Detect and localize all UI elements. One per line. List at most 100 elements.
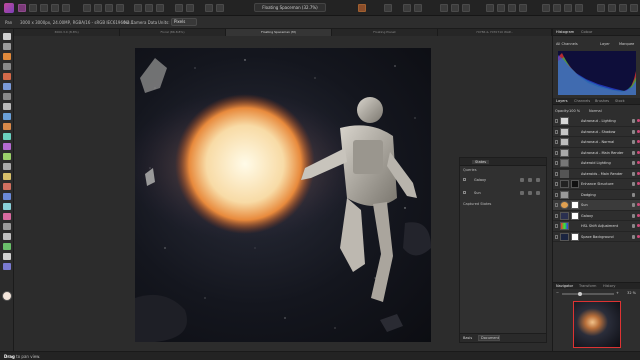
tab-colour[interactable]: Colour	[581, 30, 592, 34]
persona-liquify-icon[interactable]	[29, 4, 37, 12]
tab-histogram[interactable]: Histogram	[556, 30, 574, 34]
persona-tonemap-icon[interactable]	[51, 4, 59, 12]
merge-icon[interactable]	[597, 4, 605, 12]
zoom-in-icon[interactable]: +	[616, 291, 619, 295]
inpainting-brush-icon[interactable]	[3, 203, 11, 210]
color-replacement-icon[interactable]	[3, 133, 11, 140]
visibility-icon[interactable]	[632, 182, 635, 186]
layer-checkbox[interactable]	[555, 192, 558, 197]
fill-layer-icon[interactable]	[575, 4, 583, 12]
persona-export-icon[interactable]	[62, 4, 70, 12]
tab-stock[interactable]: Stock	[615, 99, 625, 103]
layer-row[interactable]: Dodging	[553, 190, 640, 200]
zoom-tool-icon[interactable]	[3, 263, 11, 270]
layer-row[interactable]: Space Background	[553, 232, 640, 242]
document-tab[interactable]: 3000.3.0 (8.8%)	[14, 29, 120, 36]
tab-history[interactable]: History	[603, 284, 615, 288]
state-checkbox[interactable]	[463, 191, 466, 194]
visibility-icon[interactable]	[632, 203, 635, 207]
group-icon[interactable]	[519, 4, 527, 12]
blemish-removal-icon[interactable]	[3, 193, 11, 200]
layer-checkbox[interactable]	[555, 203, 558, 207]
auto-white-balance-icon[interactable]	[116, 4, 124, 12]
layer-row[interactable]: HSL Shift Adjustment	[553, 221, 640, 232]
selection-brush-icon[interactable]	[3, 73, 11, 80]
auto-contrast-icon[interactable]	[94, 4, 102, 12]
capture-icon[interactable]	[520, 191, 524, 195]
document-tab-active[interactable]: Floating Spaceman (M)	[226, 29, 332, 36]
document-selector[interactable]: Floating Spaceman (32.7%)	[254, 3, 326, 12]
assistant-icon[interactable]	[358, 4, 366, 12]
app-logo-icon[interactable]	[4, 3, 14, 13]
auto-levels-icon[interactable]	[83, 4, 91, 12]
pen-tool-icon[interactable]	[3, 223, 11, 230]
healing-brush-icon[interactable]	[3, 183, 11, 190]
crop-tool-icon[interactable]	[3, 63, 11, 70]
queries-section[interactable]: Queries	[460, 166, 546, 174]
layer-checkbox[interactable]	[555, 234, 558, 239]
arrange-icon[interactable]	[384, 4, 392, 12]
text-tool-icon[interactable]	[3, 253, 11, 260]
tab-layers[interactable]: Layers	[556, 99, 568, 103]
tab-transform[interactable]: Transform	[579, 284, 596, 288]
visibility-icon[interactable]	[528, 178, 532, 182]
persona-develop-icon[interactable]	[40, 4, 48, 12]
layer-checkbox[interactable]	[555, 224, 558, 228]
dodge-brush-icon[interactable]	[3, 153, 11, 160]
burn-brush-icon[interactable]	[3, 163, 11, 170]
layer-row[interactable]: Astronaut - Normal	[553, 137, 640, 148]
basis-dropdown[interactable]: Document	[478, 335, 500, 341]
snapping-options-icon[interactable]	[186, 4, 194, 12]
pixel-layer-icon[interactable]	[564, 4, 572, 12]
blend-mode-dropdown[interactable]: Normal	[589, 109, 602, 113]
layer-fx-icon[interactable]	[553, 4, 561, 12]
view-tool-icon[interactable]	[3, 33, 11, 40]
delete-layer-icon[interactable]	[619, 4, 627, 12]
zoom-value[interactable]: 32 %	[627, 291, 636, 295]
more-icon[interactable]	[630, 4, 638, 12]
fill-icon[interactable]	[440, 4, 448, 12]
transform-icon[interactable]	[414, 4, 422, 12]
marquee-tool-icon[interactable]	[3, 93, 11, 100]
stroke-icon[interactable]	[451, 4, 459, 12]
navigator-preview[interactable]	[573, 301, 621, 348]
zoom-slider-knob[interactable]	[578, 291, 582, 296]
visibility-icon[interactable]	[632, 192, 635, 197]
color-picker-icon[interactable]	[3, 53, 11, 60]
lock-icon[interactable]	[536, 178, 540, 182]
move-tool-icon[interactable]	[3, 43, 11, 50]
state-row[interactable]: Sun	[460, 187, 546, 200]
node-tool-icon[interactable]	[3, 233, 11, 240]
layer-row[interactable]: Galaxy	[553, 211, 640, 221]
layer-row[interactable]: Astronaut - Shadow	[553, 127, 640, 137]
shape-tool-icon[interactable]	[3, 243, 11, 250]
document-canvas[interactable]	[135, 48, 431, 342]
document-tab[interactable]: 70786 & 7070710 WAP...	[438, 29, 552, 36]
tab-channels[interactable]: Channels	[574, 99, 590, 103]
layer-checkbox[interactable]	[555, 182, 558, 186]
auto-colors-icon[interactable]	[105, 4, 113, 12]
layer-checkbox[interactable]	[555, 161, 558, 165]
layer-checkbox[interactable]	[555, 213, 558, 218]
capture-icon[interactable]	[520, 178, 524, 182]
mask-icon[interactable]	[156, 4, 164, 12]
visibility-icon[interactable]	[632, 234, 635, 239]
layer-checkbox[interactable]	[555, 150, 558, 155]
state-checkbox[interactable]	[463, 178, 466, 181]
red-eye-icon[interactable]	[3, 213, 11, 220]
layer-row[interactable]: Asteroids - Main Render	[553, 169, 640, 179]
filter-icon[interactable]	[497, 4, 505, 12]
zoom-slider[interactable]	[562, 293, 614, 295]
layer-row[interactable]: Sun	[553, 200, 640, 211]
rasterize-icon[interactable]	[608, 4, 616, 12]
persona-photo-icon[interactable]	[18, 4, 26, 12]
units-dropdown[interactable]: Pixels	[171, 18, 197, 26]
brush-icon[interactable]	[542, 4, 550, 12]
clone-brush-icon[interactable]	[3, 173, 11, 180]
layer-checkbox[interactable]	[555, 171, 558, 176]
layer-checkbox[interactable]	[555, 119, 558, 123]
view-mode-icon[interactable]	[205, 4, 213, 12]
split-view-icon[interactable]	[216, 4, 224, 12]
flood-fill-icon[interactable]	[3, 113, 11, 120]
channel-dropdown[interactable]: All Channels	[556, 42, 578, 46]
